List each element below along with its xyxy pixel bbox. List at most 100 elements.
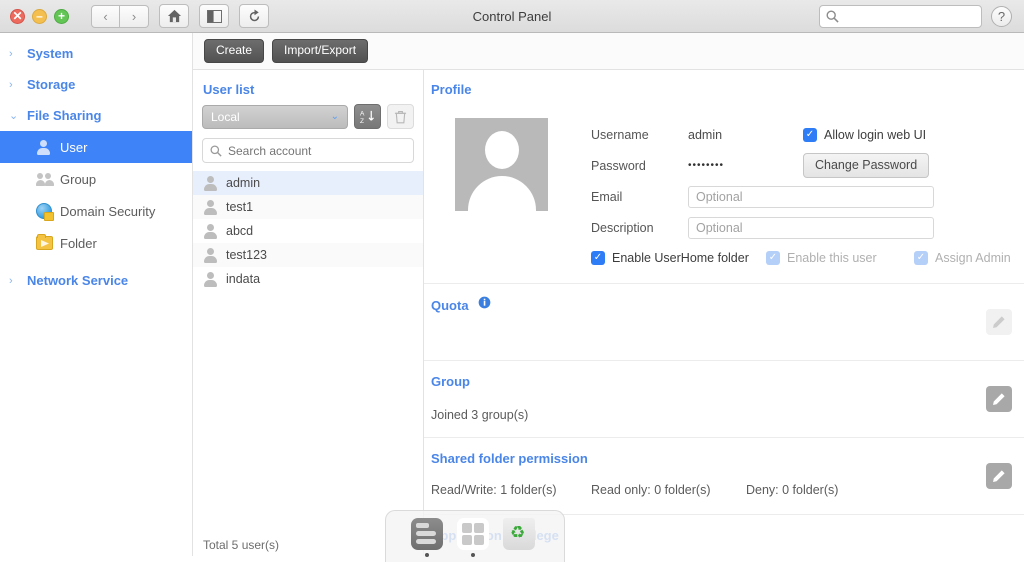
person-icon — [203, 200, 218, 215]
person-icon — [203, 224, 218, 239]
deny-count: Deny: 0 folder(s) — [746, 483, 838, 497]
user-name: indata — [226, 272, 260, 286]
edit-group-button[interactable] — [986, 386, 1012, 412]
read-write-count: Read/Write: 1 folder(s) — [431, 483, 591, 497]
description-field[interactable] — [688, 217, 934, 239]
back-button[interactable]: ‹ — [91, 5, 120, 28]
sidebar-item-folder[interactable]: Folder — [0, 227, 192, 259]
user-detail-pane: Profile Username admin ✓ Allow login web… — [424, 70, 1024, 556]
dock-item-recycle-bin[interactable]: ♻ — [502, 518, 536, 550]
shared-folder-permission-title: Shared folder permission — [431, 451, 588, 466]
forward-button[interactable]: › — [120, 5, 149, 28]
info-icon[interactable] — [478, 296, 491, 314]
search-icon — [826, 10, 839, 23]
search-account-input[interactable] — [228, 144, 406, 158]
email-field[interactable] — [688, 186, 934, 208]
check-icon: ✓ — [766, 251, 780, 265]
list-item[interactable]: test1 — [193, 195, 423, 219]
sidebar-item-user[interactable]: User — [0, 131, 192, 163]
chevron-right-icon: › — [9, 79, 27, 91]
person-icon — [203, 272, 218, 287]
change-password-button[interactable]: Change Password — [803, 153, 929, 178]
list-item[interactable]: admin — [193, 171, 423, 195]
sidebar-item-group[interactable]: Group — [0, 163, 192, 195]
dock-item-app-center[interactable] — [456, 518, 490, 557]
shared-folder-permission-section: Shared folder permission Read/Write: 1 f… — [424, 438, 1024, 515]
sidebar: › System › Storage ⌄ File Sharing User G… — [0, 33, 193, 556]
quota-title: Quota — [431, 298, 469, 313]
profile-title: Profile — [431, 82, 471, 97]
sidebar-group-label: System — [27, 46, 73, 61]
list-item[interactable]: indata — [193, 267, 423, 291]
help-icon[interactable]: ? — [991, 6, 1012, 27]
running-indicator-dot — [425, 553, 429, 557]
import-export-button[interactable]: Import/Export — [272, 39, 368, 63]
chevron-down-icon: ⌄ — [331, 111, 339, 122]
sidebar-group-network-service[interactable]: › Network Service — [0, 265, 192, 296]
assign-admin-checkbox: ✓ Assign Admin — [914, 251, 1011, 265]
svg-text:A: A — [360, 111, 365, 118]
user-name: test1 — [226, 200, 253, 214]
sidebar-group-label: Storage — [27, 77, 75, 92]
dock-item-nas-server[interactable] — [410, 518, 444, 557]
check-icon: ✓ — [803, 128, 817, 142]
user-list-title: User list — [193, 70, 423, 104]
list-item[interactable]: test123 — [193, 243, 423, 267]
edit-shared-folder-permission-button[interactable] — [986, 463, 1012, 489]
description-row: Description — [591, 212, 1024, 243]
close-window-button[interactable]: ✕ — [10, 9, 25, 24]
read-only-count: Read only: 0 folder(s) — [591, 483, 746, 497]
avatar[interactable] — [455, 118, 548, 211]
content-toolbar: Create Import/Export — [193, 33, 1024, 70]
sidebar-item-label: Domain Security — [60, 204, 155, 219]
sidebar-item-domain-security[interactable]: Domain Security — [0, 195, 192, 227]
search-icon — [210, 145, 222, 157]
group-icon — [36, 172, 60, 187]
username-row: Username admin ✓ Allow login web UI — [591, 119, 1024, 150]
allow-login-web-ui-checkbox[interactable]: ✓ Allow login web UI — [803, 128, 926, 142]
list-item[interactable]: abcd — [193, 219, 423, 243]
recycle-bin-icon: ♻ — [503, 518, 535, 550]
sort-az-icon[interactable]: AZ — [354, 104, 381, 129]
password-label: Password — [591, 159, 688, 173]
home-icon[interactable] — [159, 4, 189, 28]
create-button[interactable]: Create — [204, 39, 264, 63]
edit-quota-button[interactable] — [986, 309, 1012, 335]
sidebar-item-label: User — [60, 140, 87, 155]
reload-icon[interactable] — [239, 4, 269, 28]
sidebar-item-label: Folder — [60, 236, 97, 251]
email-label: Email — [591, 190, 688, 204]
trash-icon[interactable] — [387, 104, 414, 129]
grid-apps-icon — [457, 518, 489, 550]
search-account-box[interactable] — [202, 138, 414, 163]
globe-lock-icon — [36, 203, 60, 219]
profile-section: Profile Username admin ✓ Allow login web… — [424, 70, 1024, 284]
user-list: admin test1 abcd test123 — [193, 171, 423, 556]
minimize-window-button[interactable]: – — [32, 9, 47, 24]
maximize-window-button[interactable]: + — [54, 9, 69, 24]
sidebar-toggle-icon[interactable] — [199, 4, 229, 28]
chevron-right-icon: › — [9, 48, 27, 60]
sidebar-group-storage[interactable]: › Storage — [0, 69, 192, 100]
chevron-down-icon: ⌄ — [9, 109, 27, 122]
sidebar-group-system[interactable]: › System — [0, 38, 192, 69]
window-titlebar: ✕ – + ‹ › Control Panel ? — [0, 0, 1024, 33]
user-source-select[interactable]: Local ⌄ — [202, 105, 348, 129]
navigation-buttons: ‹ › — [91, 5, 149, 28]
server-icon — [411, 518, 443, 550]
shared-folder-icon — [36, 236, 60, 250]
enable-this-user-label: Enable this user — [787, 251, 877, 265]
global-search-input[interactable] — [844, 9, 975, 23]
running-indicator-dot — [471, 553, 475, 557]
person-icon — [203, 176, 218, 191]
profile-toggles-row: ✓ Enable UserHome folder ✓ Enable this u… — [591, 243, 1024, 273]
sidebar-group-file-sharing[interactable]: ⌄ File Sharing — [0, 100, 192, 131]
check-icon: ✓ — [914, 251, 928, 265]
global-search-box[interactable] — [819, 5, 982, 28]
group-section: Group Joined 3 group(s) — [424, 361, 1024, 438]
enable-userhome-folder-checkbox[interactable]: ✓ Enable UserHome folder — [591, 251, 766, 265]
panes: User list Local ⌄ AZ — [193, 70, 1024, 556]
profile-form: Username admin ✓ Allow login web UI Pass… — [591, 119, 1024, 273]
password-value: •••••••• — [688, 160, 803, 171]
dock: ♻ — [385, 510, 565, 562]
